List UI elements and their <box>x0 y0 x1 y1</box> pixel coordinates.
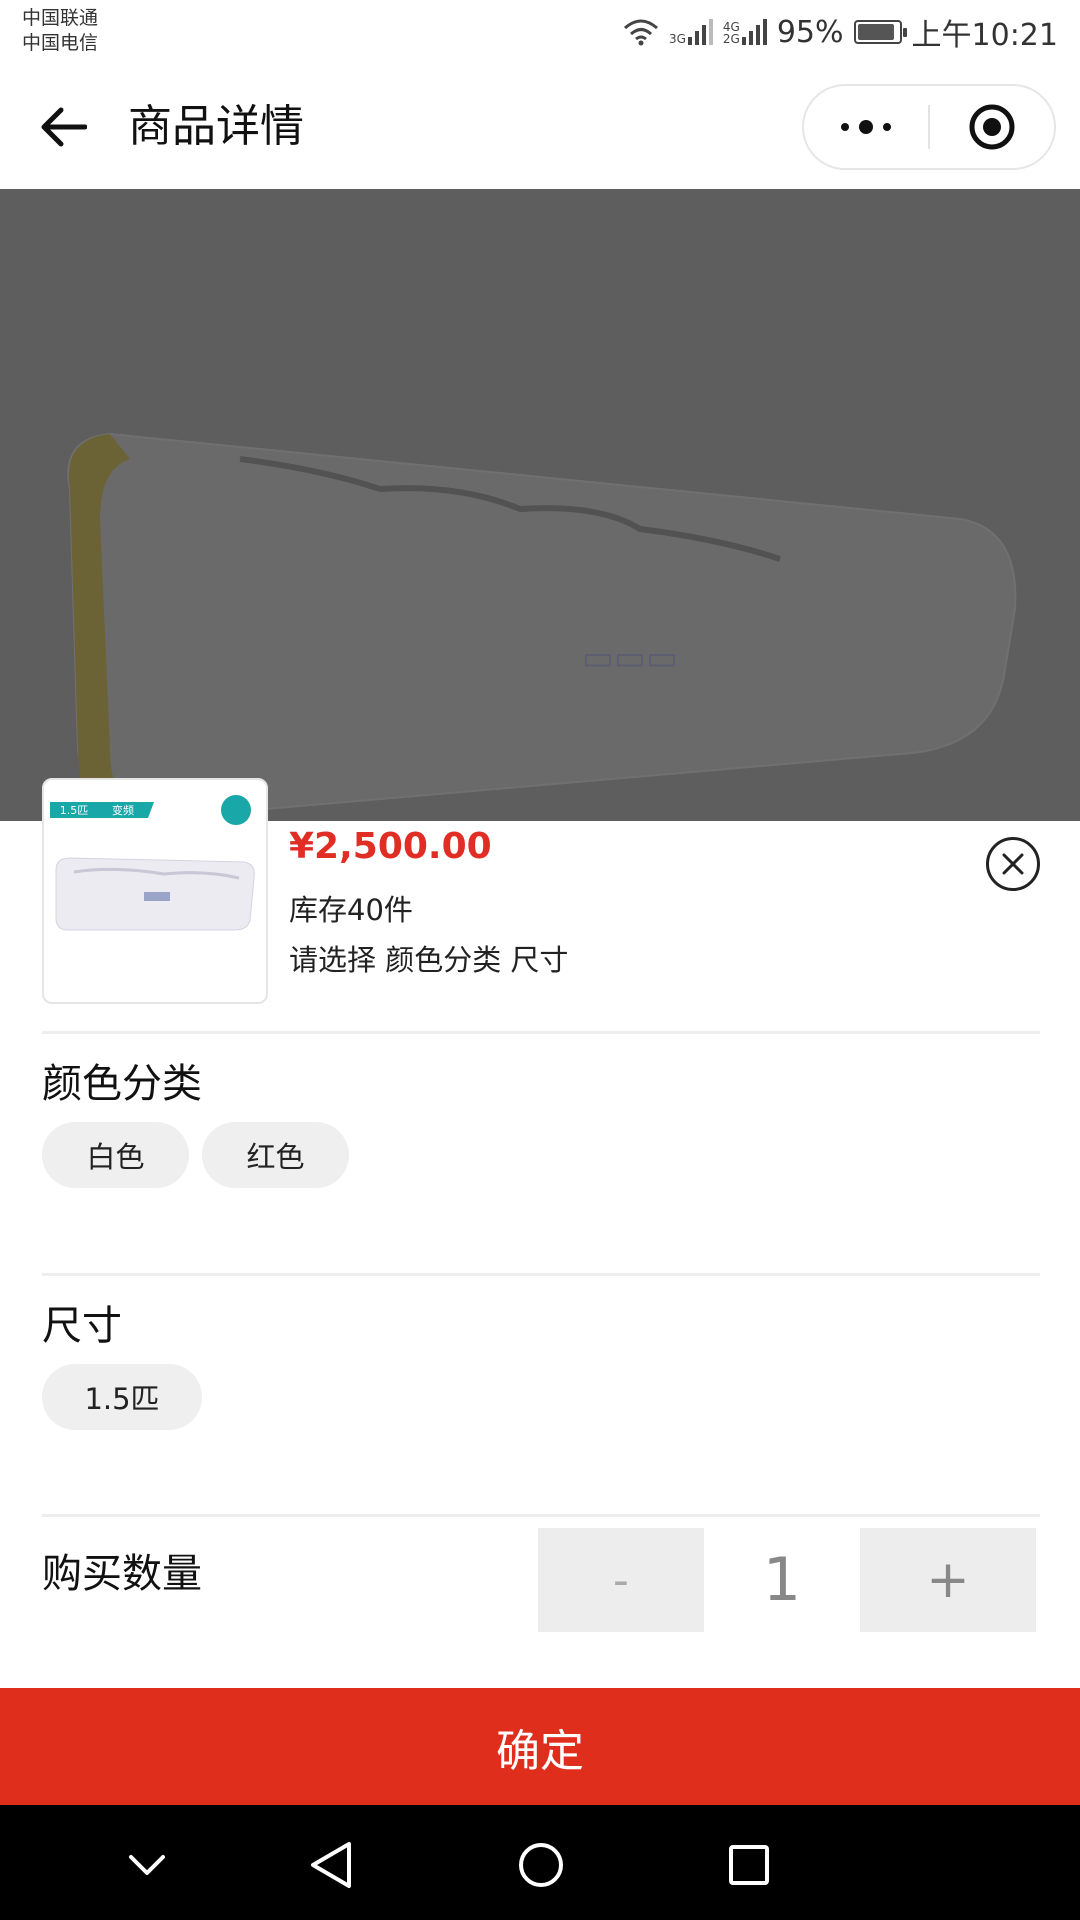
arrow-left-icon <box>41 107 87 147</box>
color-option-white[interactable]: 白色 <box>42 1122 189 1188</box>
quantity-label: 购买数量 <box>42 1551 202 1597</box>
size-section-title: 尺寸 <box>42 1303 122 1349</box>
system-home-button[interactable] <box>506 1830 576 1900</box>
clock: 上午10:21 <box>911 18 1058 53</box>
status-bar: 中国联通 中国电信 3G 4G 2G 95% 上午10:21 <box>0 0 1080 64</box>
nav-bar: 商品详情 <box>0 64 1080 189</box>
divider <box>42 1514 1040 1517</box>
carrier-2: 中国电信 <box>22 32 99 54</box>
close-sheet-button[interactable] <box>986 837 1040 891</box>
triangle-back-icon <box>311 1842 351 1888</box>
product-price: ¥2,500.00 <box>289 826 492 867</box>
stock-count: 库存40件 <box>289 893 413 927</box>
carrier-info: 中国联通 中国电信 <box>22 6 98 56</box>
battery-icon <box>853 20 907 44</box>
system-navigation-bar <box>0 1805 1080 1920</box>
target-icon <box>969 104 1015 150</box>
selection-hint: 请选择 颜色分类 尺寸 <box>289 943 569 977</box>
svg-text:1.5匹: 1.5匹 <box>60 804 89 817</box>
system-back-button[interactable] <box>296 1830 366 1900</box>
system-recents-button[interactable] <box>714 1830 784 1900</box>
quantity-decrease-button[interactable]: - <box>538 1528 704 1632</box>
battery-percent: 95% <box>776 14 844 50</box>
air-conditioner-thumb-image: 1.5匹 变频 <box>50 795 255 931</box>
confirm-button[interactable]: 确定 <box>0 1688 1080 1805</box>
circle-home-icon <box>519 1843 563 1887</box>
signal-bars-icon <box>687 19 713 45</box>
more-button[interactable] <box>804 86 928 168</box>
color-section-title: 颜色分类 <box>42 1061 202 1107</box>
carrier-1: 中国联通 <box>22 7 99 29</box>
svg-text:变频: 变频 <box>112 803 134 817</box>
divider <box>42 1031 1040 1034</box>
color-option-red[interactable]: 红色 <box>202 1122 349 1188</box>
hide-keyboard-button[interactable] <box>112 1830 182 1900</box>
signal-4g: 4G 2G <box>723 19 767 45</box>
wifi-icon <box>623 19 658 46</box>
close-miniprogram-button[interactable] <box>930 86 1054 168</box>
size-option-1-5[interactable]: 1.5匹 <box>42 1364 202 1430</box>
more-dots-icon <box>841 120 891 134</box>
back-button[interactable] <box>36 99 92 155</box>
quantity-increase-button[interactable]: + <box>860 1528 1036 1632</box>
divider <box>42 1273 1040 1276</box>
quantity-value[interactable]: 1 <box>704 1528 860 1632</box>
air-conditioner-image: ▭▭▭ <box>67 432 1017 821</box>
square-recents-icon <box>729 1845 769 1885</box>
product-thumbnail: 1.5匹 变频 <box>42 778 268 1004</box>
signal-3g: 3G <box>669 19 713 45</box>
page-title: 商品详情 <box>128 101 304 152</box>
chevron-down-icon <box>129 1855 165 1875</box>
product-image-overlay[interactable]: ▭▭▭ <box>0 189 1080 821</box>
svg-text:▭▭▭: ▭▭▭ <box>582 638 678 678</box>
status-indicators: 3G 4G 2G 95% 上午10:21 <box>623 10 1058 54</box>
signal-bars-icon <box>741 19 767 45</box>
close-icon <box>1002 853 1024 875</box>
miniprogram-capsule <box>802 84 1056 170</box>
